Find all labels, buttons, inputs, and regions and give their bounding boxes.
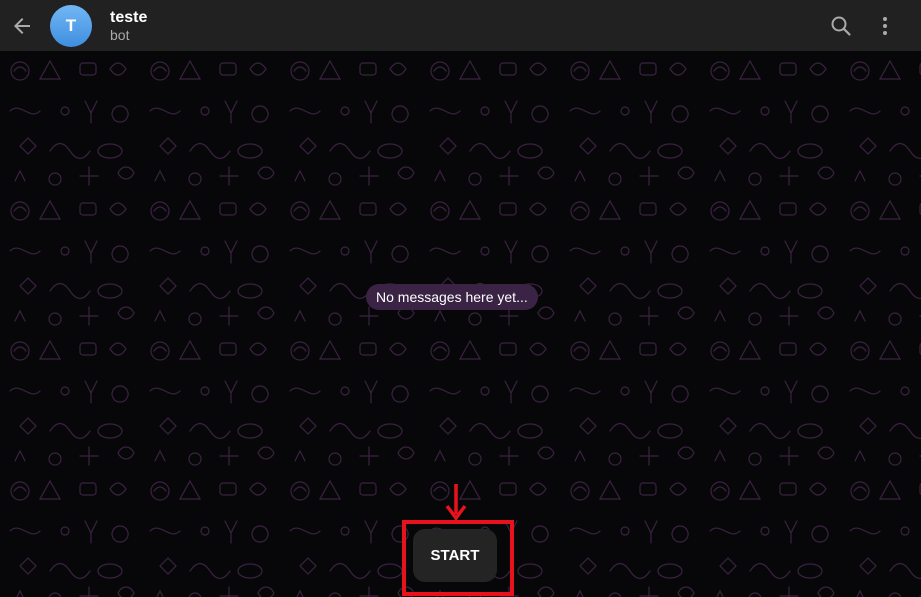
avatar[interactable]: T: [50, 4, 92, 47]
chat-area: No messages here yet... START: [0, 51, 921, 597]
back-button[interactable]: [0, 4, 44, 48]
start-button-label: START: [430, 547, 480, 564]
start-button[interactable]: START: [413, 529, 497, 582]
more-vertical-icon: [883, 16, 887, 35]
chat-title: teste: [110, 8, 148, 26]
search-button[interactable]: [819, 4, 863, 48]
header-actions: [819, 4, 907, 48]
more-button[interactable]: [863, 4, 907, 48]
chat-window: T teste bot No messages here yet... STAR…: [0, 0, 921, 597]
no-messages-label: No messages here yet...: [366, 284, 538, 310]
search-icon: [831, 16, 851, 36]
avatar-letter: T: [65, 15, 77, 35]
arrow-left-icon: [14, 17, 30, 34]
chat-header: T teste bot: [0, 0, 921, 51]
chat-title-block[interactable]: teste bot: [110, 8, 147, 44]
background-pattern: [0, 51, 921, 597]
chat-subtitle: bot: [110, 26, 130, 43]
